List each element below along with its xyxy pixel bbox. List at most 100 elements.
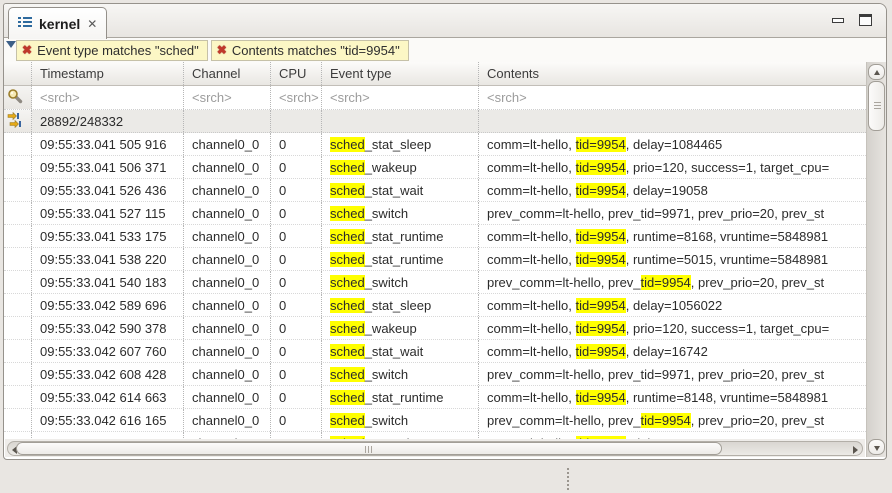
filter-chip-label: Contents matches "tid=9954" <box>232 43 400 58</box>
tab-close-icon[interactable]: ✕ <box>87 18 97 30</box>
filter-match-count: 28892/248332 <box>32 110 184 132</box>
match-highlight: tid=9954 <box>576 160 626 175</box>
timestamp-cell: 09:55:33.041 538 220 <box>32 248 184 270</box>
contents-cell: comm=lt-hello, tid=9954, prio=120, succe… <box>479 156 866 178</box>
table-row[interactable]: 09:55:33.041 540 183channel0_00sched_swi… <box>4 271 866 294</box>
table-row[interactable]: 09:55:33.041 505 916channel0_00sched_sta… <box>4 133 866 156</box>
scroll-down-icon <box>874 446 880 451</box>
row-icon-cell <box>4 317 32 339</box>
event-type-cell: sched_stat_sleep <box>322 133 479 155</box>
row-icon-cell <box>4 340 32 362</box>
match-highlight: tid=9954 <box>641 413 691 428</box>
row-icon-cell <box>4 271 32 293</box>
table-row[interactable]: 09:55:33.042 716 273channel0_00sched_sta… <box>4 432 866 439</box>
column-header-contents[interactable]: Contents <box>479 62 866 85</box>
search-input-event-type[interactable]: <srch> <box>322 86 479 109</box>
search-input-channel[interactable]: <srch> <box>184 86 271 109</box>
cpu-cell: 0 <box>271 179 322 201</box>
sash-drag-handle[interactable] <box>567 468 569 490</box>
search-input-contents[interactable]: <srch> <box>479 86 866 109</box>
cpu-cell: 0 <box>271 202 322 224</box>
table-row[interactable]: 09:55:33.041 527 115channel0_00sched_swi… <box>4 202 866 225</box>
channel-cell: channel0_0 <box>184 432 271 439</box>
channel-cell: channel0_0 <box>184 156 271 178</box>
header-icon-cell <box>4 62 32 85</box>
cpu-cell: 0 <box>271 409 322 431</box>
row-icon-cell <box>4 179 32 201</box>
scroll-up-button[interactable] <box>868 64 885 80</box>
column-header-channel[interactable]: Channel <box>184 62 271 85</box>
filter-chips: ✖ Event type matches "sched" ✖ Contents mat… <box>16 40 412 61</box>
table-row[interactable]: 09:55:33.042 590 378channel0_00sched_wak… <box>4 317 866 340</box>
view-buttons <box>832 14 872 26</box>
table-row[interactable]: 09:55:33.042 608 428channel0_00sched_swi… <box>4 363 866 386</box>
table-row[interactable]: 09:55:33.041 506 371channel0_00sched_wak… <box>4 156 866 179</box>
table-row[interactable]: 09:55:33.042 614 663channel0_00sched_sta… <box>4 386 866 409</box>
match-highlight: tid=9954 <box>576 229 626 244</box>
event-type-cell: sched_stat_sleep <box>322 294 479 316</box>
remove-filter-icon[interactable]: ✖ <box>22 44 32 56</box>
table-row[interactable]: 09:55:33.041 533 175channel0_00sched_sta… <box>4 225 866 248</box>
table-row[interactable]: 09:55:33.041 538 220channel0_00sched_sta… <box>4 248 866 271</box>
filter-status-row[interactable]: 28892/248332 <box>4 110 866 133</box>
filter-status-icon <box>7 116 23 131</box>
empty-cell <box>479 110 866 132</box>
cpu-cell: 0 <box>271 133 322 155</box>
channel-cell: channel0_0 <box>184 133 271 155</box>
timestamp-cell: 09:55:33.042 589 696 <box>32 294 184 316</box>
column-header-timestamp[interactable]: Timestamp <box>32 62 184 85</box>
match-highlight: tid=9954 <box>576 344 626 359</box>
minimize-button[interactable] <box>832 18 844 23</box>
filter-chip-label: Event type matches "sched" <box>37 43 199 58</box>
match-highlight: sched <box>330 275 365 290</box>
scroll-up-icon <box>874 70 880 75</box>
event-type-cell: sched_switch <box>322 271 479 293</box>
remove-filter-icon[interactable]: ✖ <box>217 44 227 56</box>
horizontal-scrollbar-track[interactable] <box>7 441 863 456</box>
events-table: TimestampChannelCPUEvent typeContents <s… <box>4 62 866 439</box>
scroll-right-icon[interactable] <box>853 446 858 454</box>
channel-cell: channel0_0 <box>184 179 271 201</box>
filter-status-icon-cell <box>4 110 32 132</box>
horizontal-scrollbar[interactable] <box>5 439 865 457</box>
scrollbar-grip-icon <box>365 446 373 453</box>
table-row[interactable]: 09:55:33.042 607 760channel0_00sched_sta… <box>4 340 866 363</box>
row-icon-cell <box>4 156 32 178</box>
row-icon-cell <box>4 248 32 270</box>
vertical-scrollbar-thumb[interactable] <box>868 81 885 131</box>
contents-cell: comm=lt-hello, tid=9954, runtime=8168, v… <box>479 225 866 247</box>
row-icon-cell <box>4 294 32 316</box>
channel-cell: channel0_0 <box>184 386 271 408</box>
row-icon-cell <box>4 363 32 385</box>
column-header-cpu[interactable]: CPU <box>271 62 322 85</box>
column-header-event-type[interactable]: Event type <box>322 62 479 85</box>
timestamp-cell: 09:55:33.042 716 273 <box>32 432 184 439</box>
event-type-cell: sched_stat_runtime <box>322 386 479 408</box>
tab-kernel[interactable]: kernel ✕ <box>8 7 107 39</box>
empty-cell <box>184 110 271 132</box>
timestamp-cell: 09:55:33.041 540 183 <box>32 271 184 293</box>
eclipse-window: { "tab": { "title": "kernel" }, "icons":… <box>0 0 892 493</box>
maximize-button[interactable] <box>859 14 872 26</box>
table-row[interactable]: 09:55:33.042 589 696channel0_00sched_sta… <box>4 294 866 317</box>
table-row[interactable]: 09:55:33.041 526 436channel0_00sched_sta… <box>4 179 866 202</box>
tab-strip: kernel ✕ <box>4 4 886 38</box>
horizontal-scrollbar-thumb[interactable] <box>16 442 722 455</box>
timestamp-cell: 09:55:33.041 527 115 <box>32 202 184 224</box>
event-type-cell: sched_switch <box>322 409 479 431</box>
match-highlight: sched <box>330 206 365 221</box>
timestamp-cell: 09:55:33.041 506 371 <box>32 156 184 178</box>
vertical-scrollbar[interactable] <box>866 62 886 457</box>
channel-cell: channel0_0 <box>184 340 271 362</box>
scroll-down-button[interactable] <box>868 439 885 455</box>
event-type-cell: sched_wakeup <box>322 156 479 178</box>
search-input-cpu[interactable]: <srch> <box>271 86 322 109</box>
cpu-cell: 0 <box>271 156 322 178</box>
contents-cell: comm=lt-hello, tid=9954, prio=120, succe… <box>479 317 866 339</box>
contents-cell: comm=lt-hello, tid=9954, delay=1084465 <box>479 133 866 155</box>
filter-chip-1: ✖ Contents matches "tid=9954" <box>211 40 409 61</box>
table-row[interactable]: 09:55:33.042 616 165channel0_00sched_swi… <box>4 409 866 432</box>
timestamp-cell: 09:55:33.042 590 378 <box>32 317 184 339</box>
filter-bar-collapse-icon[interactable] <box>6 41 16 48</box>
search-input-timestamp[interactable]: <srch> <box>32 86 184 109</box>
